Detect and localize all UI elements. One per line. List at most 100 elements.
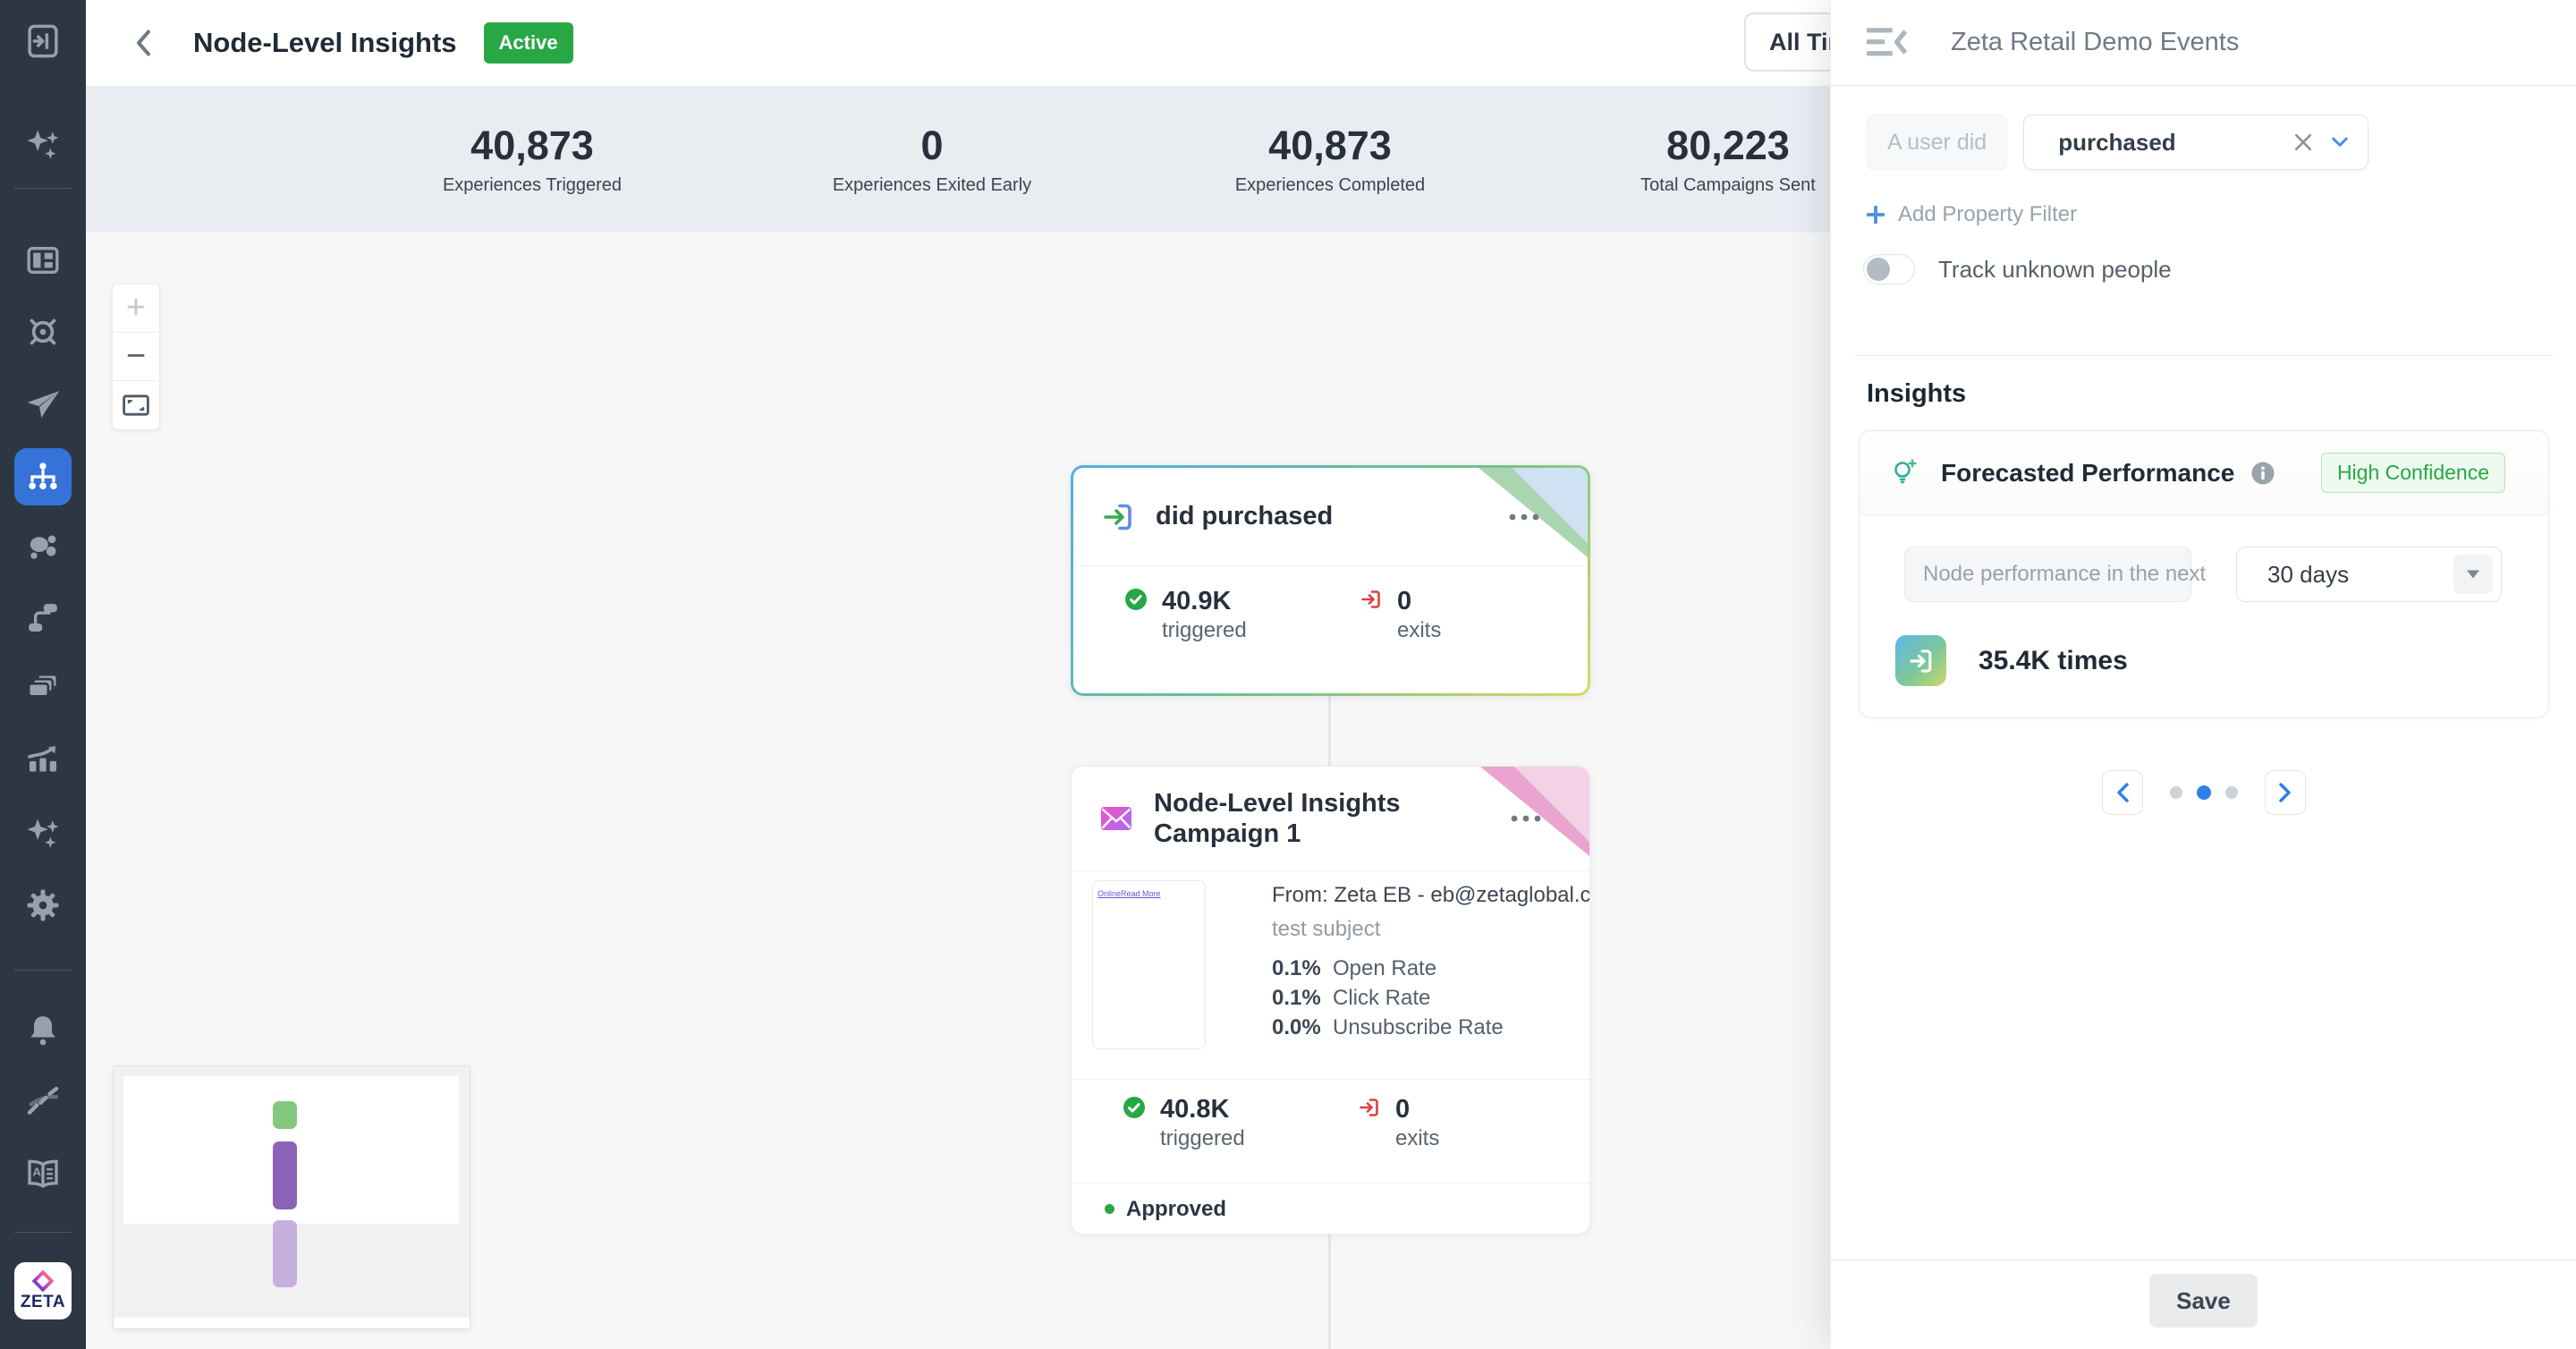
check-circle-icon [1123, 1096, 1146, 1119]
panel-title: Zeta Retail Demo Events [1951, 28, 2239, 57]
check-circle-icon [1124, 588, 1148, 611]
zeta-wordmark: ZETA [21, 1293, 65, 1312]
node-menu-button[interactable] [1509, 513, 1539, 521]
unsubscribe-rate-row: 0.0% Unsubscribe Rate [1272, 1013, 1576, 1042]
pagination-dots [2170, 785, 2238, 800]
click-rate-row: 0.1% Click Rate [1272, 983, 1576, 1013]
sidebar-divider [14, 970, 72, 971]
plus-icon [1867, 206, 1885, 224]
clear-event-button[interactable] [2294, 133, 2312, 151]
page-dot-2-active[interactable] [2197, 785, 2211, 800]
minimap-edge [114, 1318, 470, 1328]
flow-icon[interactable] [14, 590, 72, 647]
trigger-node-card[interactable]: did purchased 40.9Ktriggered 0exits [1071, 465, 1590, 696]
zeta-logo[interactable]: ZETA [14, 1262, 72, 1319]
page-dot-1[interactable] [2170, 786, 2182, 799]
forecast-period-select[interactable]: 30 days [2236, 547, 2502, 602]
sidebar-divider [14, 1232, 72, 1233]
fit-view-icon [123, 395, 149, 416]
back-button[interactable] [125, 21, 161, 64]
forecast-card-header: Forecasted Performance High Confidence [1860, 431, 2548, 515]
trigger-node-header: did purchased [1073, 468, 1588, 566]
prev-insight-button[interactable] [2102, 770, 2143, 815]
org-chart-icon-active[interactable] [14, 448, 72, 505]
ellipsis-icon [1509, 513, 1539, 521]
approved-status-label: Approved [1126, 1197, 1226, 1222]
campaign-status-row: Approved [1072, 1183, 1589, 1234]
canvas-minimap[interactable] [114, 1066, 470, 1328]
status-badge: Active [484, 22, 573, 64]
triangle-down-icon [2466, 569, 2480, 580]
zoom-in-button[interactable]: + [113, 284, 159, 333]
email-meta: From: Zeta EB - eb@zetaglobal.com test s… [1272, 882, 1576, 1042]
triggered-metric: 40.8Ktriggered [1123, 1096, 1245, 1151]
info-icon[interactable] [2250, 461, 2275, 486]
journeys-logo-icon[interactable] [14, 13, 72, 70]
sparkles-icon[interactable] [14, 117, 72, 174]
svg-text:A: A [32, 1166, 41, 1179]
chevron-down-icon[interactable] [2332, 137, 2348, 148]
email-campaign-icon [1098, 801, 1134, 836]
zoom-out-button[interactable]: − [113, 333, 159, 381]
node-menu-button[interactable] [1511, 815, 1541, 822]
book-icon[interactable]: A [14, 1146, 72, 1203]
exits-metric: 0exits [1360, 588, 1441, 643]
campaign-node-card[interactable]: Node-Level Insights Campaign 1 OnlineRea… [1071, 766, 1590, 1234]
next-insight-button[interactable] [2265, 770, 2306, 815]
minimap-node-lavender [273, 1220, 297, 1287]
analytics-icon[interactable] [14, 732, 72, 789]
close-icon [2294, 133, 2312, 151]
send-icon[interactable] [14, 376, 72, 433]
panel-footer: Save [1831, 1260, 2576, 1349]
forecast-metric-label: Node performance in the next [1904, 547, 2191, 602]
sidebar-divider [14, 188, 72, 189]
chevron-right-icon [2279, 783, 2292, 802]
fit-view-button[interactable] [113, 381, 159, 429]
stat-experiences-triggered: 40,873 Experiences Triggered [443, 123, 622, 196]
email-subject: test subject [1272, 916, 1576, 943]
signal-icon[interactable] [14, 1073, 72, 1131]
page-dot-3[interactable] [2225, 786, 2238, 799]
minimap-node-green [273, 1101, 297, 1129]
campaign-node-stats: 40.8Ktriggered 0exits [1072, 1079, 1589, 1183]
user-did-chip[interactable]: A user did [1867, 115, 2007, 170]
select-caret [2453, 555, 2493, 594]
sparkles-icon[interactable] [14, 806, 72, 863]
open-rate-row: 0.1% Open Rate [1272, 954, 1576, 983]
event-settings-panel: Zeta Retail Demo Events A user did purch… [1830, 0, 2576, 1349]
ellipsis-icon [1511, 815, 1541, 822]
target-icon[interactable] [14, 303, 72, 361]
stack-icon[interactable] [14, 660, 72, 717]
campaign-node-header: Node-Level Insights Campaign 1 [1072, 767, 1589, 871]
forecast-title: Forecasted Performance [1941, 459, 2234, 488]
campaign-node-title: Node-Level Insights Campaign 1 [1154, 788, 1431, 849]
email-rates: 0.1% Open Rate 0.1% Click Rate 0.0% Unsu… [1272, 954, 1576, 1042]
minimap-node-purple [273, 1141, 297, 1209]
chevron-left-icon [2116, 783, 2129, 802]
dashboard-icon[interactable] [14, 232, 72, 289]
lightbulb-icon [1889, 458, 1919, 488]
confidence-badge: High Confidence [2321, 453, 2505, 493]
bell-icon[interactable] [14, 1002, 72, 1059]
event-select-value: purchased [2058, 129, 2294, 157]
exit-icon [1358, 1096, 1381, 1119]
stat-experiences-completed: 40,873 Experiences Completed [1235, 123, 1425, 196]
save-button[interactable]: Save [2149, 1274, 2258, 1328]
forecast-period-value: 30 days [2267, 561, 2349, 589]
add-property-filter-button[interactable]: Add Property Filter [1867, 202, 2077, 227]
chevron-left-icon [135, 30, 151, 56]
sidebar: A ZETA [0, 0, 86, 1349]
corner-ribbon [1480, 767, 1589, 856]
email-thumbnail[interactable]: OnlineRead More [1092, 880, 1206, 1049]
event-filter-row: A user did purchased [1867, 115, 2368, 170]
track-unknown-toggle[interactable] [1863, 254, 1915, 284]
toggle-knob [1867, 258, 1890, 281]
collapse-panel-button[interactable] [1867, 25, 1911, 61]
triggered-metric: 40.9Ktriggered [1124, 588, 1247, 643]
audience-icon[interactable] [14, 519, 72, 576]
gear-icon[interactable] [14, 877, 72, 934]
stat-total-campaigns: 80,223 Total Campaigns Sent [1640, 123, 1816, 196]
collapse-panel-icon [1867, 28, 1908, 57]
event-select[interactable]: purchased [2023, 115, 2368, 170]
track-unknown-row: Track unknown people [1863, 254, 2172, 284]
